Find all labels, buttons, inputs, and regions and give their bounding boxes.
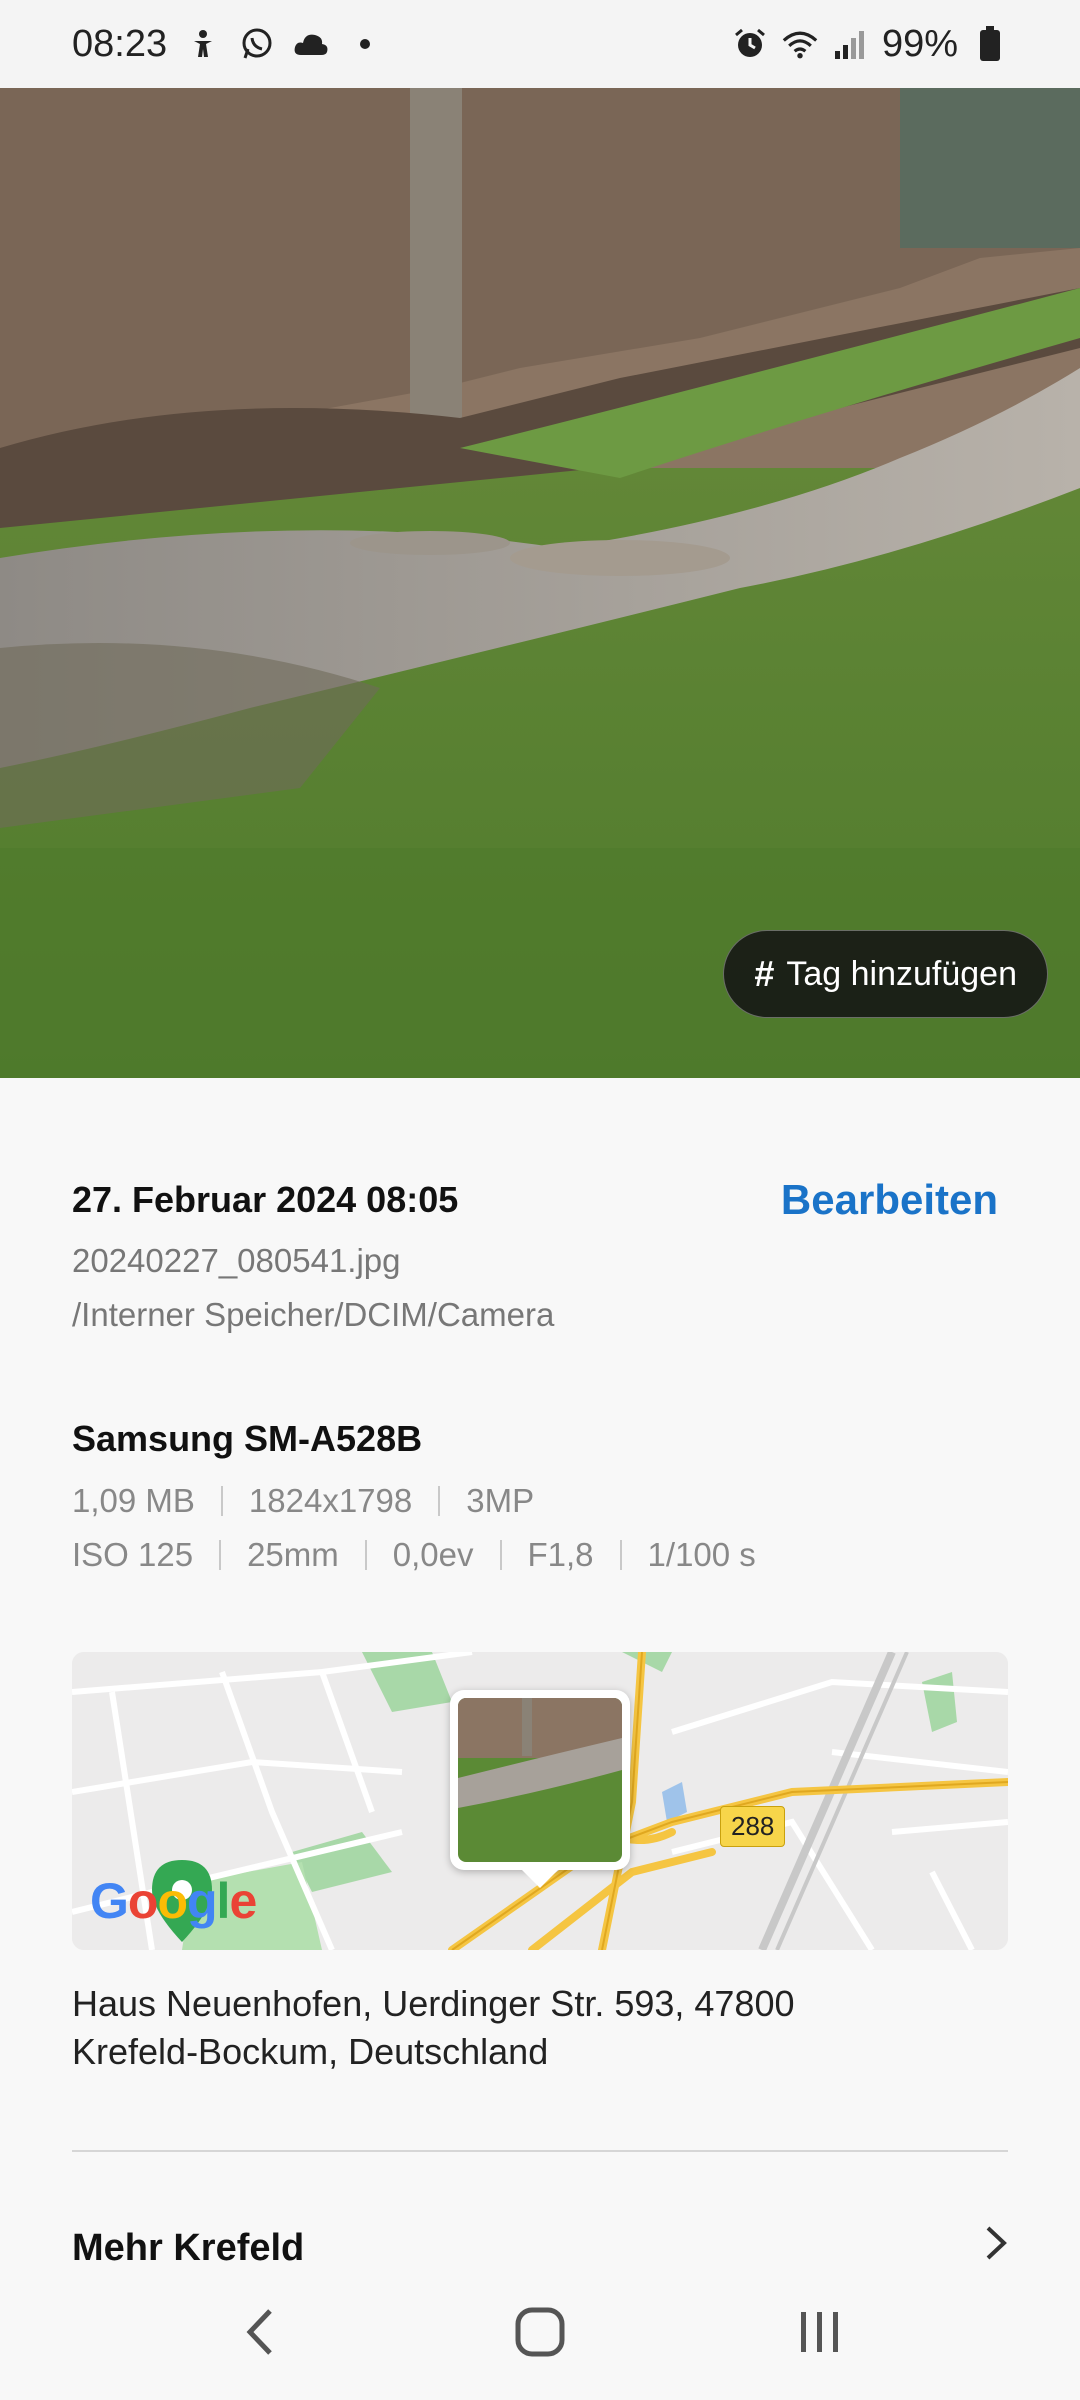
hashtag-icon: #	[754, 953, 775, 994]
dot-icon	[347, 26, 383, 62]
separator	[219, 1540, 222, 1570]
iso-value: ISO 125	[72, 1536, 194, 1573]
aperture: F1,8	[527, 1536, 594, 1573]
exposure-value: 0,0ev	[392, 1536, 474, 1573]
recents-icon	[801, 2311, 838, 2352]
address-line-1: Haus Neuenhofen, Uerdinger Str. 593, 478…	[72, 1983, 795, 2024]
road-number-badge: 288	[720, 1806, 786, 1847]
date-row: 27. Februar 2024 08:05 Bearbeiten	[72, 1176, 1008, 1224]
divider	[72, 2150, 1008, 2152]
map-photo-thumbnail	[450, 1690, 630, 1888]
cloud-icon	[293, 26, 329, 62]
home-icon	[515, 2307, 565, 2356]
location-address: Haus Neuenhofen, Uerdinger Str. 593, 478…	[72, 1980, 972, 2076]
exposure-meta-line: ISO 125 25mm 0,0ev F1,8 1/100 s	[72, 1536, 756, 1574]
resolution: 1824x1798	[248, 1482, 413, 1519]
battery-percent: 99%	[881, 22, 958, 65]
address-line-2: Krefeld-Bockum, Deutschland	[72, 2031, 549, 2072]
navigation-bar	[0, 2263, 1080, 2400]
status-bar: 08:23 99%	[0, 0, 1080, 88]
alarm-icon	[732, 26, 768, 62]
separator	[499, 1540, 502, 1570]
file-meta-line: 1,09 MB 1824x1798 3MP	[72, 1482, 534, 1520]
details-panel: 27. Februar 2024 08:05 Bearbeiten 202402…	[0, 1078, 1080, 2263]
battery-icon	[972, 26, 1008, 62]
recents-button[interactable]	[775, 2287, 865, 2377]
separator	[619, 1540, 622, 1570]
more-location-row[interactable]: Mehr Krefeld	[72, 2224, 1008, 2263]
capture-date: 27. Februar 2024 08:05	[72, 1179, 459, 1220]
more-location-label: Mehr Krefeld	[72, 2226, 305, 2264]
wifi-icon	[782, 26, 818, 62]
separator	[364, 1540, 367, 1570]
location-map[interactable]: 288 Google	[72, 1652, 1008, 1950]
edit-button[interactable]: Bearbeiten	[781, 1176, 998, 1224]
file-name: 20240227_080541.jpg	[72, 1242, 401, 1279]
signal-icon	[832, 26, 868, 62]
back-button[interactable]	[215, 2287, 305, 2377]
add-tag-label: Tag hinzufügen	[786, 954, 1017, 993]
shutter-speed: 1/100 s	[647, 1536, 756, 1573]
status-left: 08:23	[72, 23, 383, 66]
add-tag-button[interactable]: # Tag hinzufügen	[723, 930, 1048, 1018]
focal-length: 25mm	[247, 1536, 339, 1573]
photo-view[interactable]: # Tag hinzufügen	[0, 88, 1080, 1078]
megapixels: 3MP	[466, 1482, 535, 1519]
back-icon	[246, 2308, 272, 2355]
google-logo: Google	[90, 1873, 257, 1929]
file-path: /Interner Speicher/DCIM/Camera	[72, 1296, 555, 1333]
separator	[220, 1486, 223, 1516]
file-size: 1,09 MB	[72, 1482, 195, 1519]
status-time: 08:23	[72, 22, 168, 65]
separator	[438, 1486, 441, 1516]
chevron-right-icon	[984, 2224, 1008, 2263]
device-name: Samsung SM-A528B	[72, 1418, 423, 1459]
home-button[interactable]	[495, 2287, 585, 2377]
whatsapp-icon	[239, 26, 275, 62]
status-right: 99%	[732, 23, 1008, 66]
accessibility-icon	[185, 26, 221, 62]
